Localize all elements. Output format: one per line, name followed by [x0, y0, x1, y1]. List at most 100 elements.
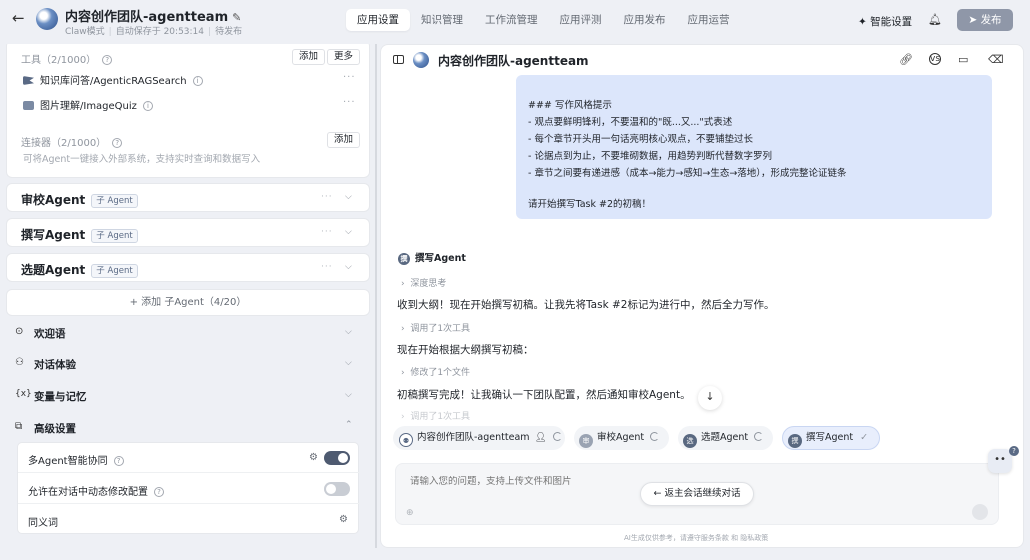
agent-name: 审校Agent 子 Agent	[21, 191, 138, 208]
more-icon[interactable]: ···	[321, 192, 333, 202]
chevron-down-icon[interactable]: ⌵	[345, 192, 352, 202]
agent-card-topic[interactable]: 选题Agent 子 Agent ··· ⌵	[6, 253, 370, 282]
tool-name: 知识库问答/AgenticRAGSearch	[40, 76, 187, 87]
chevron-down-icon[interactable]: ⌵	[345, 358, 352, 368]
tool-more-icon[interactable]: ···	[343, 72, 356, 83]
help-badge-icon[interactable]: ?	[1009, 446, 1019, 456]
pencil-icon[interactable]: ✎	[232, 11, 241, 24]
help-icon[interactable]: ?	[113, 456, 124, 466]
smart-settings-button[interactable]: ✦ 智能设置	[858, 14, 912, 29]
broom-icon[interactable]: ⌫	[988, 53, 1004, 66]
tab-app-settings[interactable]: 应用设置	[346, 9, 410, 31]
app-title-text: 内容创作团队-agentteam	[65, 10, 229, 25]
chevron-down-icon[interactable]: ⌵	[345, 390, 352, 400]
deep-think-toggle[interactable]: › 深度思考	[401, 276, 446, 289]
dynamic-config-toggle[interactable]	[324, 482, 350, 496]
tab-workflow[interactable]: 工作流管理	[474, 9, 549, 31]
sub-agent-badge: 子 Agent	[91, 194, 138, 208]
user-voice-icon: ⚇	[15, 357, 24, 368]
file-modified-toggle[interactable]: › 修改了1个文件	[401, 365, 470, 378]
publish-button[interactable]: ➤ 发布	[957, 9, 1013, 31]
link-icon[interactable]: 🔗︎	[899, 53, 913, 66]
tab-publish[interactable]: 应用发布	[613, 9, 677, 31]
setting-label: 欢迎语	[34, 328, 66, 340]
return-main-chat-button[interactable]: ← 返主会话继续对话	[640, 482, 754, 506]
info-icon[interactable]: i	[142, 101, 153, 111]
chip-review-agent[interactable]: 审审校Agent	[574, 426, 669, 450]
layers-icon: ⧉	[15, 421, 23, 432]
chevron-down-icon[interactable]: ⌵	[345, 327, 352, 337]
help-icon[interactable]: ?	[154, 487, 164, 497]
arrow-left-icon[interactable]: ←	[12, 10, 28, 26]
agent-card-review[interactable]: 审校Agent 子 Agent ··· ⌵	[6, 183, 370, 212]
tab-evaluation[interactable]: 应用评测	[549, 9, 613, 31]
prompt-line: - 章节之间要有递进感（成本→能力→感知→生态→落地），形成完整论证链条	[528, 168, 847, 179]
chat-panel: 内容创作团队-agentteam 🔗︎ vs ▭ ⌫ ### 写作风格提示 - …	[380, 44, 1024, 548]
agent-avatar: 审	[579, 434, 593, 448]
sidebar-toggle-icon[interactable]	[393, 55, 404, 64]
connectors-label-text: 连接器（2/1000）	[21, 138, 107, 149]
chip-writer-agent[interactable]: 撰撰写Agent ✓	[782, 426, 880, 450]
prompt-line: - 论据点到为止，不要堆砌数据，用趋势判断代替数字罗列	[528, 151, 772, 162]
publish-label: 发布	[980, 14, 1002, 26]
connectors-section-label: 连接器（2/1000）?	[21, 134, 123, 149]
chip-topic-agent[interactable]: 选选题Agent	[678, 426, 773, 450]
multi-agent-row: 多Agent智能协同? ⚙	[18, 443, 360, 473]
tab-operations[interactable]: 应用运营	[677, 9, 741, 31]
scroll-to-bottom-button[interactable]: ↓	[698, 386, 722, 410]
sub-agent-badge: 子 Agent	[91, 229, 138, 243]
setting-welcome[interactable]: ⊙ 欢迎语 ⌵	[6, 318, 370, 346]
tool-call-toggle[interactable]: › 调用了1次工具	[401, 321, 470, 334]
status-text: 待发布	[215, 27, 243, 37]
robot-icon: ⚉	[399, 433, 413, 447]
gear-icon[interactable]: ⚙	[339, 514, 348, 525]
tools-label-text: 工具（2/1000）	[21, 55, 97, 66]
setting-label: 高级设置	[34, 423, 76, 435]
help-icon[interactable]: ?	[112, 138, 123, 148]
agent-card-writer[interactable]: 撰写Agent 子 Agent ··· ⌵	[6, 218, 370, 247]
more-tools-button[interactable]: 更多	[327, 49, 361, 65]
agent-name: 撰写Agent	[415, 253, 466, 264]
bell-icon[interactable]: 🔔︎	[928, 13, 942, 26]
multi-agent-label: 多Agent智能协同?	[28, 452, 124, 467]
chat-header: 内容创作团队-agentteam 🔗︎ vs ▭ ⌫	[381, 45, 1023, 75]
setting-label: 对话体验	[34, 359, 76, 371]
multi-agent-toggle[interactable]	[324, 451, 350, 465]
add-sub-agent-button[interactable]: + 添加 子Agent（4/20）	[6, 289, 370, 316]
attach-icon[interactable]: ⊕	[406, 508, 414, 518]
chip-main-team[interactable]: ⚉ 内容创作团队-agentteam 👤︎	[393, 426, 565, 450]
more-icon[interactable]: ···	[321, 262, 333, 272]
tool-item[interactable]: 图片理解/ImageQuiz i	[23, 97, 153, 112]
add-tool-button[interactable]: 添加	[292, 49, 326, 65]
panel-divider[interactable]	[375, 44, 377, 548]
dynamic-config-row: 允许在对话中动态修改配置?	[18, 474, 360, 504]
sparkle-icon: ✦	[858, 16, 871, 28]
info-icon[interactable]: i	[192, 76, 203, 86]
gear-icon[interactable]: ⚙	[309, 452, 318, 463]
setting-variables-memory[interactable]: {x} 变量与记忆 ⌵	[6, 381, 370, 409]
chevron-down-icon[interactable]: ⌵	[345, 227, 352, 237]
chevron-up-icon[interactable]: ⌃	[345, 420, 353, 430]
tool-name: 图片理解/ImageQuiz	[40, 101, 137, 112]
chevron-down-icon[interactable]: ⌵	[345, 262, 352, 272]
agent-avatar: 撰	[398, 253, 410, 265]
send-button[interactable]	[972, 504, 988, 520]
help-icon[interactable]: ?	[102, 55, 113, 65]
folder-icon[interactable]: ▭	[958, 53, 968, 66]
setting-advanced[interactable]: ⧉ 高级设置 ⌃	[6, 413, 370, 441]
more-icon[interactable]: ···	[321, 227, 333, 237]
chat-title: 内容创作团队-agentteam	[438, 54, 589, 68]
tool-call-toggle[interactable]: › 调用了1次工具	[401, 409, 470, 422]
prompt-line: - 每个章节开头用一句话亮明核心观点，不要铺垫过长	[528, 134, 753, 145]
vs-icon[interactable]: vs	[929, 53, 941, 65]
setting-dialog-experience[interactable]: ⚇ 对话体验 ⌵	[6, 349, 370, 377]
agent-avatar: 选	[683, 434, 697, 448]
chevron-right-icon: ›	[401, 368, 411, 378]
advanced-settings-card: 多Agent智能协同? ⚙ 允许在对话中动态修改配置? 同义词 ⚙	[17, 442, 360, 534]
tab-knowledge[interactable]: 知识管理	[410, 9, 474, 31]
mode-text: Claw模式	[65, 27, 105, 37]
add-connector-button[interactable]: 添加	[327, 132, 361, 148]
image-icon	[23, 101, 34, 110]
tool-item[interactable]: 知识库问答/AgenticRAGSearch i	[23, 72, 203, 87]
tool-more-icon[interactable]: ···	[343, 97, 356, 108]
